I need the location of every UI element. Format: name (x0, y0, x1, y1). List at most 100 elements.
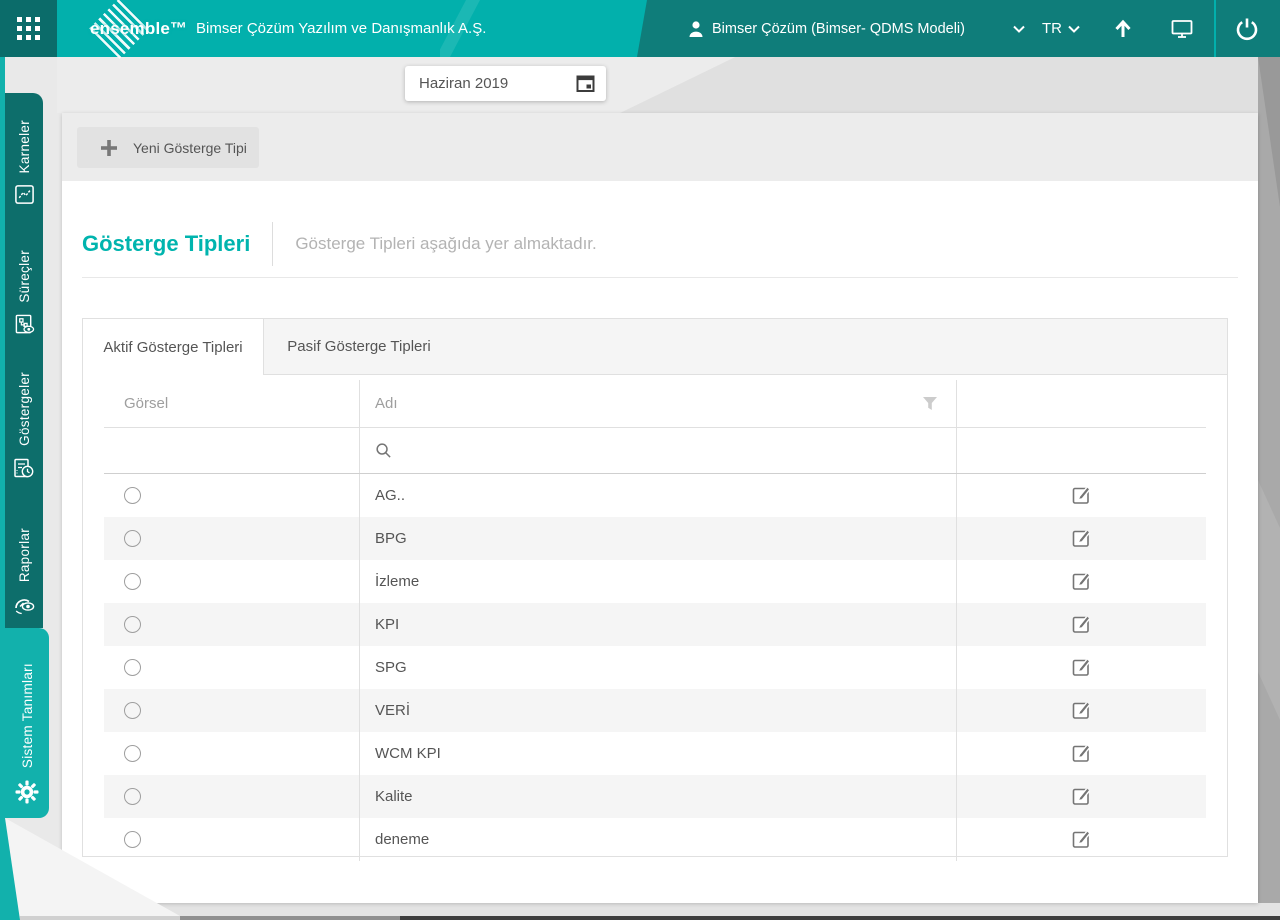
edit-button[interactable] (1070, 570, 1093, 593)
sidebar-item-label: Sistem Tanımları (20, 663, 35, 768)
sidebar-item-sistem-tanimlari[interactable]: Sistem Tanımları (5, 628, 49, 818)
chevron-down-icon[interactable] (1013, 0, 1025, 57)
filter-cell-gorsel (104, 428, 359, 473)
edit-button[interactable] (1070, 742, 1093, 765)
edit-button[interactable] (1070, 828, 1093, 851)
scorecard-icon (14, 184, 35, 205)
row-radio[interactable] (124, 573, 141, 590)
page-subtitle: Gösterge Tipleri aşağıda yer almaktadır. (295, 234, 596, 254)
period-datepicker[interactable]: Haziran 2019 (405, 66, 606, 101)
table-row: İzleme (104, 560, 1206, 603)
row-radio[interactable] (124, 745, 141, 762)
edit-button[interactable] (1070, 785, 1093, 808)
chevron-down-icon[interactable] (1068, 0, 1080, 57)
column-header-gorsel: Görsel (104, 380, 359, 427)
gear-icon (14, 779, 40, 805)
indicator-type-name: BPG (375, 530, 407, 547)
scrollbar-track[interactable] (20, 916, 180, 920)
sidebar-item-karneler[interactable]: Karneler (5, 93, 43, 218)
edit-button[interactable] (1070, 527, 1093, 550)
sidebar-item-gostergeler[interactable]: Göstergeler (5, 348, 43, 492)
indicator-type-name: KPI (375, 616, 399, 633)
row-cell-adi: Kalite (359, 775, 956, 818)
row-cell-actions (956, 517, 1206, 560)
table-row: AG.. (104, 474, 1206, 517)
row-cell-actions (956, 474, 1206, 517)
upload-arrow-icon[interactable] (1112, 0, 1134, 57)
language-selector[interactable]: TR (1042, 0, 1062, 57)
power-icon[interactable] (1234, 0, 1260, 57)
edit-button[interactable] (1070, 699, 1093, 722)
sidebar-item-label: Raporlar (17, 528, 32, 582)
row-cell-adi: deneme (359, 818, 956, 861)
edit-button[interactable] (1070, 613, 1093, 636)
row-cell-adi: WCM KPI (359, 732, 956, 775)
edit-icon (1070, 828, 1093, 851)
row-cell-gorsel (104, 474, 359, 517)
indicator-type-name: İzleme (375, 573, 419, 590)
sidebar-item-label: Karneler (17, 120, 32, 173)
indicator-types-panel: Aktif Gösterge Tipleri Pasif Gösterge Ti… (82, 318, 1228, 857)
column-header-actions (956, 380, 1206, 427)
row-cell-actions (956, 560, 1206, 603)
tab-bar: Aktif Gösterge Tipleri Pasif Gösterge Ti… (83, 319, 1227, 375)
row-cell-gorsel (104, 775, 359, 818)
user-menu[interactable]: Bimser Çözüm (Bimser- QDMS Modeli) (712, 0, 965, 57)
company-title: Bimser Çözüm Yazılım ve Danışmanlık A.Ş. (196, 0, 486, 57)
table-row: WCM KPI (104, 732, 1206, 775)
scrollbar-thumb[interactable] (400, 916, 1280, 920)
edit-icon (1070, 484, 1093, 507)
edit-icon (1070, 699, 1093, 722)
apps-menu-button[interactable] (0, 0, 57, 57)
row-cell-actions (956, 689, 1206, 732)
table-body: AG.. BPG (104, 474, 1206, 861)
scrollbar-track[interactable] (180, 916, 400, 920)
plus-icon (99, 138, 119, 158)
edit-button[interactable] (1070, 484, 1093, 507)
row-radio[interactable] (124, 616, 141, 633)
row-cell-adi: BPG (359, 517, 956, 560)
table-row: BPG (104, 517, 1206, 560)
table-filter-row (104, 428, 1206, 474)
row-cell-actions (956, 646, 1206, 689)
edit-icon (1070, 785, 1093, 808)
row-cell-gorsel (104, 646, 359, 689)
edit-button[interactable] (1070, 656, 1093, 679)
row-radio[interactable] (124, 702, 141, 719)
table-row: KPI (104, 603, 1206, 646)
row-radio[interactable] (124, 831, 141, 848)
sidebar-item-surecler[interactable]: Süreçler (5, 218, 43, 348)
ensemble-logo: ensemble™ (88, 0, 200, 57)
indicator-type-name: WCM KPI (375, 745, 441, 762)
toolbar: Yeni Gösterge Tipi (62, 113, 1258, 181)
tab-aktif-gosterge-tipleri[interactable]: Aktif Gösterge Tipleri (83, 319, 264, 375)
row-cell-actions (956, 775, 1206, 818)
monitor-icon[interactable] (1170, 0, 1194, 57)
row-radio[interactable] (124, 788, 141, 805)
row-cell-adi: AG.. (359, 474, 956, 517)
reports-icon (13, 593, 35, 615)
indicator-types-table: Görsel Adı (104, 380, 1206, 861)
indicators-icon (13, 457, 35, 479)
row-cell-actions (956, 732, 1206, 775)
row-radio[interactable] (124, 487, 141, 504)
calendar-icon (576, 74, 595, 93)
sidebar-item-raporlar[interactable]: Raporlar (5, 492, 43, 628)
filter-cell-actions (956, 428, 1206, 473)
row-cell-gorsel (104, 732, 359, 775)
process-icon (14, 314, 35, 335)
edit-icon (1070, 570, 1093, 593)
edit-icon (1070, 613, 1093, 636)
name-filter-input[interactable] (400, 441, 956, 460)
filter-icon[interactable] (922, 396, 938, 411)
table-row: SPG (104, 646, 1206, 689)
new-button-label: Yeni Gösterge Tipi (133, 140, 247, 156)
row-radio[interactable] (124, 530, 141, 547)
column-header-adi: Adı (359, 380, 956, 427)
table-header-row: Görsel Adı (104, 380, 1206, 428)
new-indicator-type-button[interactable]: Yeni Gösterge Tipi (77, 127, 259, 168)
row-radio[interactable] (124, 659, 141, 676)
search-icon (375, 442, 392, 459)
row-cell-actions (956, 818, 1206, 861)
tab-pasif-gosterge-tipleri[interactable]: Pasif Gösterge Tipleri (264, 319, 454, 374)
